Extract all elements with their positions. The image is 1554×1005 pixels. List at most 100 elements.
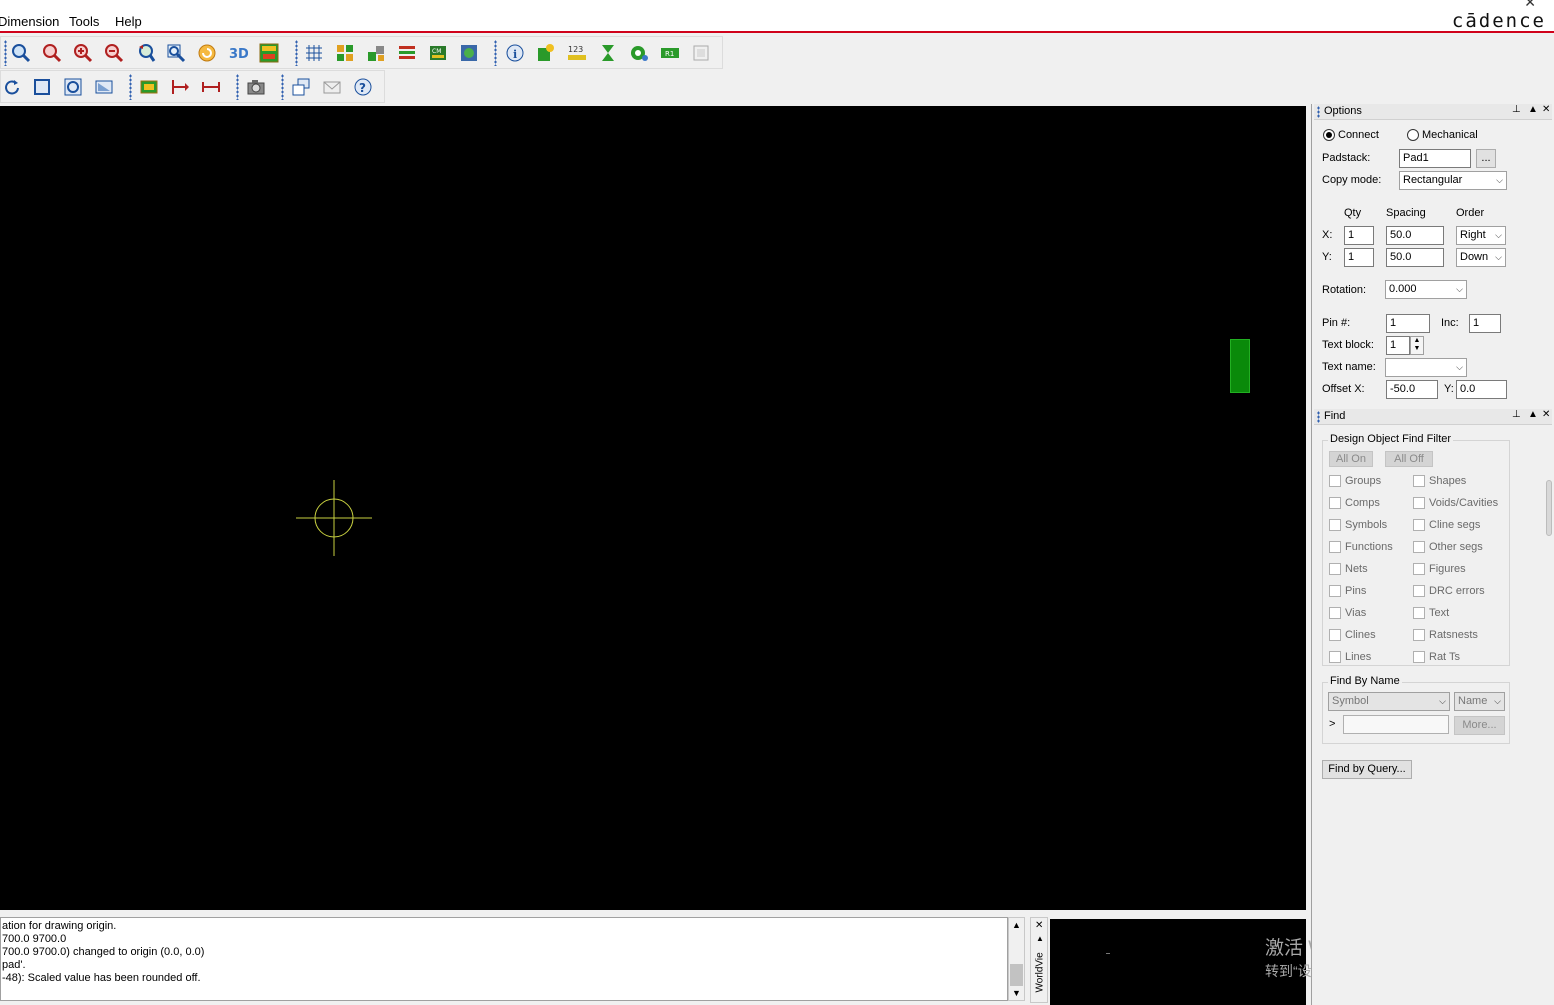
close-icon[interactable]: ✕ <box>1542 104 1550 115</box>
info-icon[interactable]: i <box>504 42 526 64</box>
pin-number-field[interactable]: 1 <box>1386 314 1430 333</box>
collapse-icon[interactable]: ▲ <box>1528 104 1538 115</box>
mechanical-radio[interactable] <box>1407 129 1419 141</box>
find-field-select[interactable]: Name ⌵ <box>1454 692 1505 711</box>
console-scrollbar[interactable]: ▲ ▼ <box>1008 917 1025 1001</box>
camera-icon[interactable] <box>245 76 267 98</box>
dimension-icon[interactable] <box>169 76 191 98</box>
chevron-up-icon[interactable]: ▲ <box>1036 934 1044 943</box>
cm-icon[interactable]: CM <box>427 42 449 64</box>
find-filter-right-checkbox[interactable] <box>1413 475 1425 487</box>
help-icon[interactable]: ? <box>352 76 374 98</box>
find-filter-right-checkbox[interactable] <box>1413 607 1425 619</box>
pin-icon[interactable]: ⊥ <box>1512 409 1521 420</box>
more-button[interactable]: More... <box>1454 716 1505 735</box>
zoom-previous-icon[interactable] <box>135 42 157 64</box>
placed-pad[interactable] <box>1230 339 1250 393</box>
shape-icon[interactable] <box>93 76 115 98</box>
close-icon[interactable]: ✕ <box>1542 409 1550 420</box>
zoom-in-icon[interactable] <box>72 42 94 64</box>
pad-icon[interactable] <box>138 76 160 98</box>
find-filter-left-checkbox[interactable] <box>1329 585 1341 597</box>
x-qty-field[interactable]: 1 <box>1344 226 1374 245</box>
connect-radio[interactable] <box>1323 129 1335 141</box>
find-name-input[interactable] <box>1343 715 1449 734</box>
rotation-select[interactable]: 0.000 ⌵ <box>1385 280 1467 299</box>
find-type-select[interactable]: Symbol ⌵ <box>1328 692 1450 711</box>
padstack-field[interactable]: Pad1 <box>1399 149 1471 168</box>
find-filter-left-checkbox[interactable] <box>1329 651 1341 663</box>
hourglass-icon[interactable] <box>597 42 619 64</box>
find-filter-left-checkbox[interactable] <box>1329 541 1341 553</box>
y-order-select[interactable]: Down ⌵ <box>1456 248 1506 267</box>
padstack-browse-button[interactable]: ... <box>1476 149 1496 168</box>
mail-icon[interactable] <box>321 76 343 98</box>
layer-icon[interactable] <box>365 42 387 64</box>
layers-stack-icon[interactable] <box>290 76 312 98</box>
find-header[interactable]: Find ⊥ ▲ ✕ <box>1314 409 1552 425</box>
zoom-fit-icon[interactable] <box>41 42 63 64</box>
find-by-query-button[interactable]: Find by Query... <box>1322 760 1412 779</box>
toolbar-grip[interactable] <box>494 40 497 66</box>
find-filter-right-checkbox[interactable] <box>1413 497 1425 509</box>
flip-design-icon[interactable] <box>258 42 280 64</box>
zoom-points-icon[interactable] <box>10 42 32 64</box>
square-icon[interactable] <box>31 76 53 98</box>
find-scroll-thumb[interactable] <box>1546 480 1552 536</box>
find-filter-right-checkbox[interactable] <box>1413 629 1425 641</box>
find-filter-left-checkbox[interactable] <box>1329 563 1341 575</box>
scroll-thumb[interactable] <box>1010 964 1023 986</box>
find-filter-left-checkbox[interactable] <box>1329 629 1341 641</box>
text-block-field[interactable]: 1 <box>1386 336 1410 355</box>
close-icon[interactable]: ✕ <box>1035 920 1043 931</box>
x-spacing-field[interactable]: 50.0 <box>1386 226 1444 245</box>
copy-mode-select[interactable]: Rectangular ⌵ <box>1399 171 1507 190</box>
find-filter-right-checkbox[interactable] <box>1413 519 1425 531</box>
find-filter-left-checkbox[interactable] <box>1329 475 1341 487</box>
add-via-icon[interactable] <box>628 42 650 64</box>
find-filter-left-checkbox[interactable] <box>1329 519 1341 531</box>
zoom-out-icon[interactable] <box>103 42 125 64</box>
color-icon[interactable] <box>334 42 356 64</box>
menu-help[interactable]: Help <box>115 14 142 29</box>
scroll-down-icon[interactable]: ▼ <box>1012 988 1021 998</box>
panel-grip[interactable] <box>1317 411 1320 423</box>
panel-grip[interactable] <box>1317 106 1320 118</box>
menu-tools[interactable]: Tools <box>69 14 99 29</box>
rotate-icon[interactable] <box>1 76 23 98</box>
toolbar-grip[interactable] <box>281 74 284 100</box>
menu-dimension[interactable]: Dimension <box>0 14 59 29</box>
find-filter-right-checkbox[interactable] <box>1413 651 1425 663</box>
measure-icon[interactable] <box>200 76 222 98</box>
pad-stack-icon[interactable] <box>690 42 712 64</box>
zoom-world-icon[interactable] <box>165 42 187 64</box>
report-icon[interactable] <box>534 42 556 64</box>
find-filter-right-checkbox[interactable] <box>1413 563 1425 575</box>
visibility-icon[interactable] <box>458 42 480 64</box>
scroll-up-icon[interactable]: ▲ <box>1012 920 1021 930</box>
command-console[interactable]: ation for drawing origin. 700.0 9700.0 7… <box>0 917 1008 1001</box>
y-spacing-field[interactable]: 50.0 <box>1386 248 1444 267</box>
r1-label-icon[interactable]: R1 <box>659 42 681 64</box>
y-qty-field[interactable]: 1 <box>1344 248 1374 267</box>
stackup-icon[interactable] <box>396 42 418 64</box>
toolbar-grip[interactable] <box>295 40 298 66</box>
toolbar-grip[interactable] <box>4 40 7 66</box>
offset-x-field[interactable]: -50.0 <box>1386 380 1438 399</box>
find-filter-right-checkbox[interactable] <box>1413 585 1425 597</box>
find-filter-left-checkbox[interactable] <box>1329 607 1341 619</box>
inc-field[interactable]: 1 <box>1469 314 1501 333</box>
options-header[interactable]: Options ⊥ ▲ ✕ <box>1314 104 1552 120</box>
3d-view-icon[interactable]: 3D <box>227 42 249 64</box>
pin-icon[interactable]: ⊥ <box>1512 104 1521 115</box>
design-canvas[interactable] <box>0 106 1306 910</box>
toolbar-grip[interactable] <box>236 74 239 100</box>
x-order-select[interactable]: Right ⌵ <box>1456 226 1506 245</box>
pin-number-icon[interactable]: 123 <box>566 42 588 64</box>
text-block-spinner[interactable]: ▲ ▼ <box>1410 336 1424 355</box>
redraw-icon[interactable] <box>196 42 218 64</box>
offset-y-field[interactable]: 0.0 <box>1456 380 1507 399</box>
toolbar-grip[interactable] <box>129 74 132 100</box>
find-filter-left-checkbox[interactable] <box>1329 497 1341 509</box>
all-off-button[interactable]: All Off <box>1385 451 1433 467</box>
